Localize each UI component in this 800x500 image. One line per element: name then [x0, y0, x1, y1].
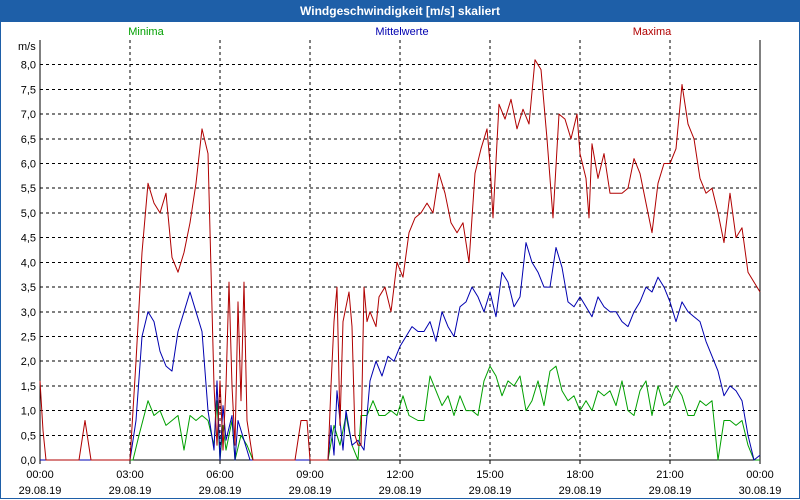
y-tick-label: 1,5 [21, 381, 36, 393]
y-tick-label: 2,5 [21, 331, 36, 343]
x-tick-time: 12:00 [386, 469, 414, 481]
x-tick-time: 09:00 [296, 469, 324, 481]
y-axis-unit: m/s [18, 41, 36, 53]
y-tick-label: 1,0 [21, 406, 36, 418]
x-tick-time: 15:00 [476, 469, 504, 481]
y-tick-label: 6,5 [21, 134, 36, 146]
y-tick-label: 2,0 [21, 356, 36, 368]
x-tick-date: 29.08.19 [559, 485, 602, 497]
y-tick-label: 5,5 [21, 183, 36, 195]
y-tick-label: 0,0 [21, 455, 36, 467]
x-tick-date: 29.08.19 [289, 485, 332, 497]
y-tick-label: 7,0 [21, 109, 36, 121]
y-tick-label: 7,5 [21, 84, 36, 96]
y-tick-label: 0,5 [21, 430, 36, 442]
x-tick-date: 30.08.19 [739, 485, 782, 497]
x-tick-date: 29.08.19 [199, 485, 242, 497]
legend-maxima: Maxima [633, 26, 672, 38]
y-tick-label: 3,5 [21, 282, 36, 294]
y-tick-label: 3,0 [21, 307, 36, 319]
y-tick-label: 8,0 [21, 60, 36, 72]
y-tick-label: 4,5 [21, 233, 36, 245]
grid-lines [40, 40, 760, 461]
x-tick-time: 21:00 [656, 469, 684, 481]
x-tick-time: 03:00 [116, 469, 144, 481]
legend-mittelwerte: Mittelwerte [375, 26, 428, 38]
x-tick-time: 18:00 [566, 469, 594, 481]
x-tick-time: 00:00 [26, 469, 54, 481]
x-tick-date: 29.08.19 [19, 485, 62, 497]
wind-speed-chart: 0,0 0,5 1,0 1,5 2,0 2,5 3,0 3,5 4,0 4,5 5,0 5,5 6,0 6… [18, 26, 782, 497]
y-tick-label: 6,0 [21, 159, 36, 171]
x-tick-date: 29.08.19 [469, 485, 512, 497]
legend-minima: Minima [128, 26, 164, 38]
x-tick-time: 06:00 [206, 469, 234, 481]
x-tick-date: 29.08.19 [649, 485, 692, 497]
x-tick-date: 29.08.19 [109, 485, 152, 497]
x-tick-date: 29.08.19 [379, 485, 422, 497]
x-tick-time: 00:00 [746, 469, 774, 481]
y-tick-label: 4,0 [21, 257, 36, 269]
y-tick-label: 5,0 [21, 208, 36, 220]
